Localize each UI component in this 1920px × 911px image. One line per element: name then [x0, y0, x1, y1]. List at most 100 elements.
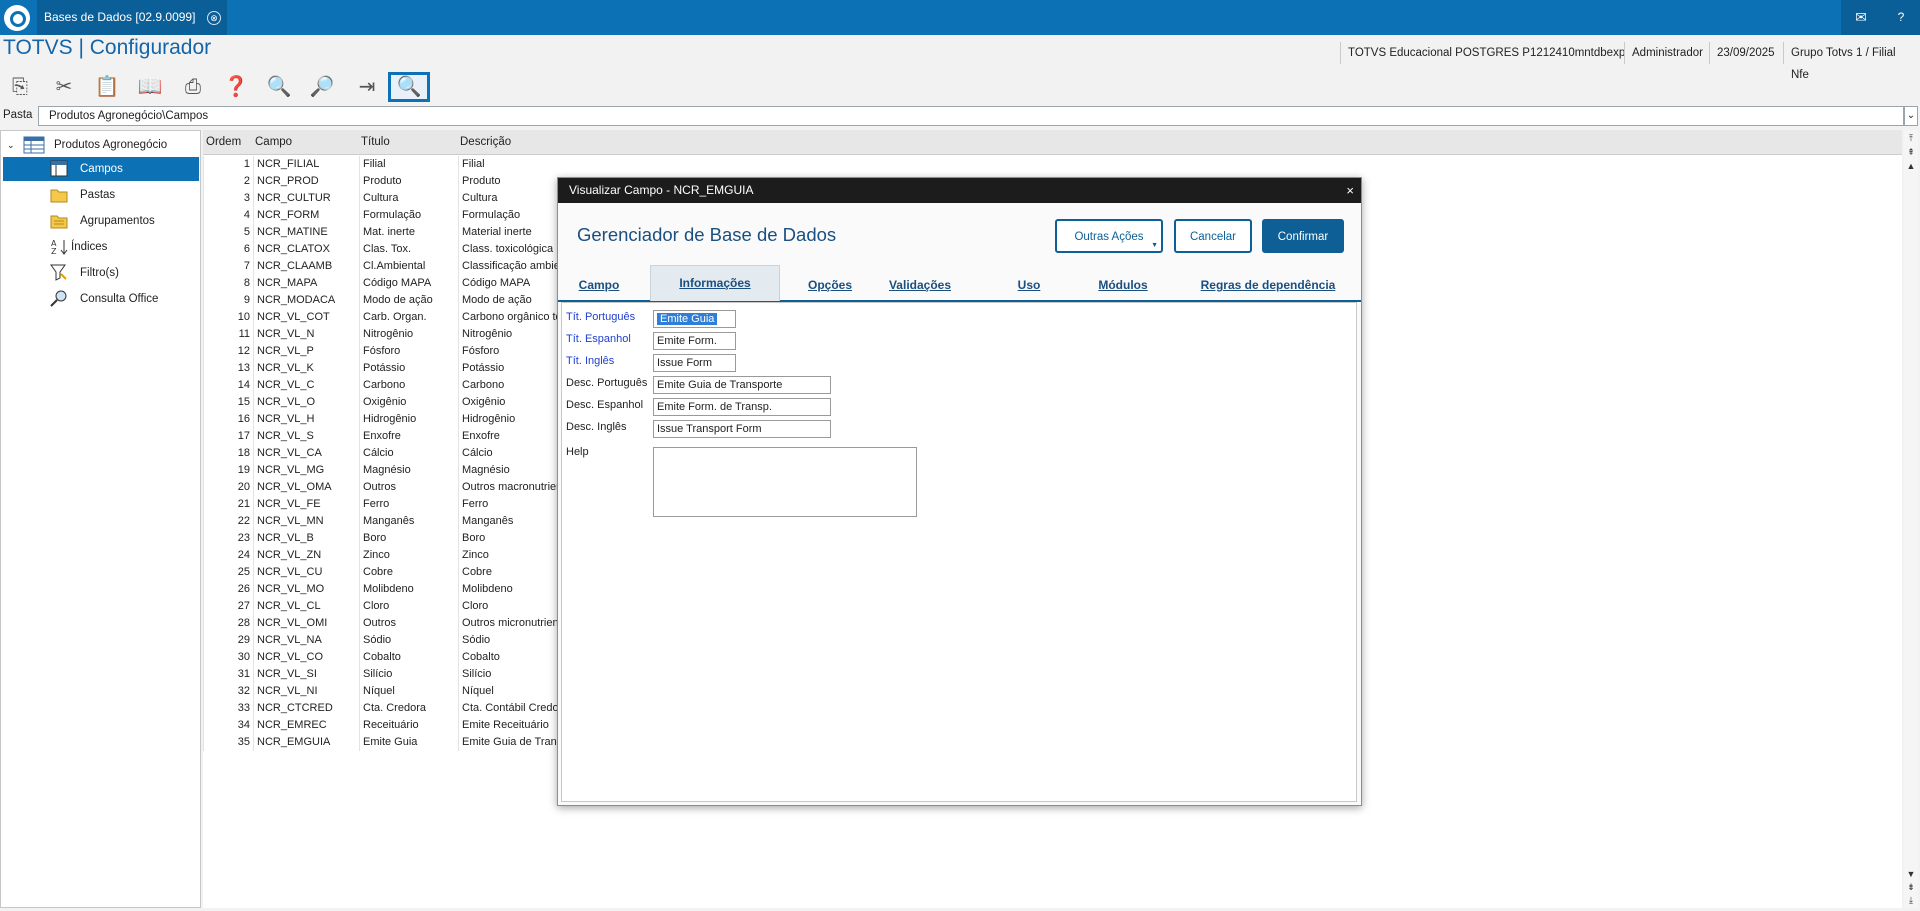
dialog-tabs: Campo Informações Opções Validações Uso … [558, 265, 1361, 302]
scroll-down-icon[interactable]: ▼ [1904, 868, 1918, 880]
tab-bases-de-dados[interactable]: Bases de Dados [02.9.0099] ⊗ [37, 0, 227, 35]
grid-header: Ordem Campo Título Descrição [203, 130, 1902, 155]
exit-icon[interactable]: ⇥ [351, 72, 383, 102]
cell-ordem: 13 [203, 360, 253, 377]
tab-title: Bases de Dados [02.9.0099] [44, 10, 196, 24]
scroll-top-icon[interactable]: ⤒ [1904, 132, 1918, 144]
cell-ordem: 21 [203, 496, 253, 513]
cell-ordem: 3 [203, 190, 253, 207]
cell-campo: NCR_VL_OMA [253, 479, 359, 496]
tab-uso[interactable]: Uso [1008, 265, 1050, 300]
cell-titulo: Código MAPA [359, 275, 458, 292]
table-row[interactable]: 1 NCR_FILIAL Filial Filial [203, 156, 1902, 173]
cell-campo: NCR_VL_NA [253, 632, 359, 649]
cell-campo: NCR_VL_CA [253, 445, 359, 462]
scroll-page-down-icon[interactable]: ⇟ [1904, 881, 1918, 893]
cell-titulo: Mat. inerte [359, 224, 458, 241]
paste-icon[interactable]: 📋 [91, 72, 123, 102]
tree-item-filtros[interactable]: Filtro(s) [3, 261, 199, 285]
cell-campo: NCR_CLATOX [253, 241, 359, 258]
tab-close-icon[interactable]: ⊗ [207, 11, 221, 25]
preview-icon[interactable]: 🔍 [388, 72, 430, 102]
cut-icon[interactable]: ✂ [48, 72, 80, 102]
cell-titulo: Potássio [359, 360, 458, 377]
cell-ordem: 7 [203, 258, 253, 275]
help-label: Help [566, 446, 589, 458]
mail-icon[interactable]: ✉ [1841, 0, 1881, 35]
dialog-heading: Gerenciador de Base de Dados [577, 224, 837, 245]
right-scrollbar[interactable]: ⤒ ⇞ ▲ ▼ ⇟ ⤓ [1904, 130, 1918, 908]
tit-en-label: Tít. Inglês [566, 355, 615, 367]
tree-item-campos[interactable]: Campos [3, 157, 199, 181]
caret-down-icon: ▼ [1151, 242, 1158, 249]
cell-campo: NCR_VL_P [253, 343, 359, 360]
cell-campo: NCR_CLAAMB [253, 258, 359, 275]
tab-regras-dependencia[interactable]: Regras de dependência [1185, 265, 1351, 300]
table-icon [23, 136, 45, 154]
desc-en-input[interactable]: Issue Transport Form [653, 420, 831, 438]
top-bar: Bases de Dados [02.9.0099] ⊗ ✉ ? [0, 0, 1920, 35]
tab-campo[interactable]: Campo [568, 265, 630, 300]
cell-titulo: Cobalto [359, 649, 458, 666]
tree-root-label: Produtos Agronegócio [54, 139, 168, 151]
pasta-field[interactable]: Produtos Agronegócio\Campos [38, 106, 1904, 126]
col-titulo[interactable]: Título [361, 130, 390, 154]
tab-opcoes[interactable]: Opções [798, 265, 862, 300]
scroll-bottom-icon[interactable]: ⤓ [1904, 894, 1918, 906]
magnifier-icon [50, 290, 67, 307]
desc-pt-input[interactable]: Emite Guia de Transporte [653, 376, 831, 394]
tit-es-input[interactable]: Emite Form. [653, 332, 736, 350]
cell-ordem: 29 [203, 632, 253, 649]
search-icon[interactable]: 🔍 [263, 72, 295, 102]
col-ordem[interactable]: Ordem [206, 130, 241, 154]
tit-en-input[interactable]: Issue Form [653, 354, 736, 372]
cell-campo: NCR_VL_S [253, 428, 359, 445]
cell-campo: NCR_PROD [253, 173, 359, 190]
copy-icon[interactable]: ⎘ [4, 72, 36, 102]
desc-es-label: Desc. Espanhol [566, 399, 644, 411]
search-next-icon[interactable]: 🔎 [306, 72, 338, 102]
cell-ordem: 2 [203, 173, 253, 190]
scroll-up-icon[interactable]: ▲ [1904, 160, 1918, 172]
tab-validacoes[interactable]: Validações [875, 265, 965, 300]
totvs-logo-icon[interactable] [4, 5, 30, 31]
cell-ordem: 18 [203, 445, 253, 462]
tit-pt-input[interactable]: Emite Guia [653, 310, 736, 328]
col-campo[interactable]: Campo [255, 130, 292, 154]
collapse-icon[interactable]: ⌄ [7, 140, 15, 150]
user-info[interactable]: Administrador [1624, 42, 1710, 64]
environment-info[interactable]: TOTVS Educacional POSTGRES P1212410mntdb… [1340, 42, 1632, 64]
folder-group-icon [50, 215, 68, 229]
cell-ordem: 27 [203, 598, 253, 615]
tab-modulos[interactable]: Módulos [1087, 265, 1159, 300]
confirm-button[interactable]: Confirmar [1262, 219, 1344, 253]
tree-item-indices[interactable]: AZ Índices [3, 235, 199, 259]
tree-item-label: Índices [71, 241, 108, 253]
help-circle-icon[interactable]: ? [1881, 0, 1920, 35]
cell-campo: NCR_MODACA [253, 292, 359, 309]
help-textarea[interactable] [653, 447, 917, 517]
more-actions-button[interactable]: Outras Ações ▼ [1055, 219, 1163, 253]
fields-icon [50, 160, 68, 177]
tree-item-consulta-office[interactable]: Consulta Office [3, 287, 199, 311]
tab-informacoes[interactable]: Informações [650, 265, 780, 301]
tit-pt-value: Emite Guia [657, 313, 718, 325]
cell-campo: NCR_VL_CL [253, 598, 359, 615]
close-icon[interactable]: × [1346, 178, 1354, 203]
scroll-page-up-icon[interactable]: ⇞ [1904, 146, 1918, 158]
branch-info[interactable]: Grupo Totvs 1 / Filial Nfe [1783, 42, 1920, 81]
cell-titulo: Níquel [359, 683, 458, 700]
cell-titulo: Receituário [359, 717, 458, 734]
book-icon[interactable]: 📖 [134, 72, 166, 102]
tree-item-agrupamentos[interactable]: Agrupamentos [3, 209, 199, 233]
chevron-down-icon[interactable]: ⌄ [1904, 106, 1918, 126]
col-descricao[interactable]: Descrição [460, 130, 511, 154]
desc-es-input[interactable]: Emite Form. de Transp. [653, 398, 831, 416]
date-info[interactable]: 23/09/2025 [1709, 42, 1782, 64]
help-icon[interactable]: ❓ [220, 72, 252, 102]
print-icon[interactable]: ⎙ [177, 72, 209, 102]
tree-root[interactable]: ⌄ Produtos Agronegócio [7, 135, 167, 155]
cancel-button[interactable]: Cancelar [1174, 219, 1252, 253]
cell-titulo: Modo de ação [359, 292, 458, 309]
tree-item-pastas[interactable]: Pastas [3, 183, 199, 207]
